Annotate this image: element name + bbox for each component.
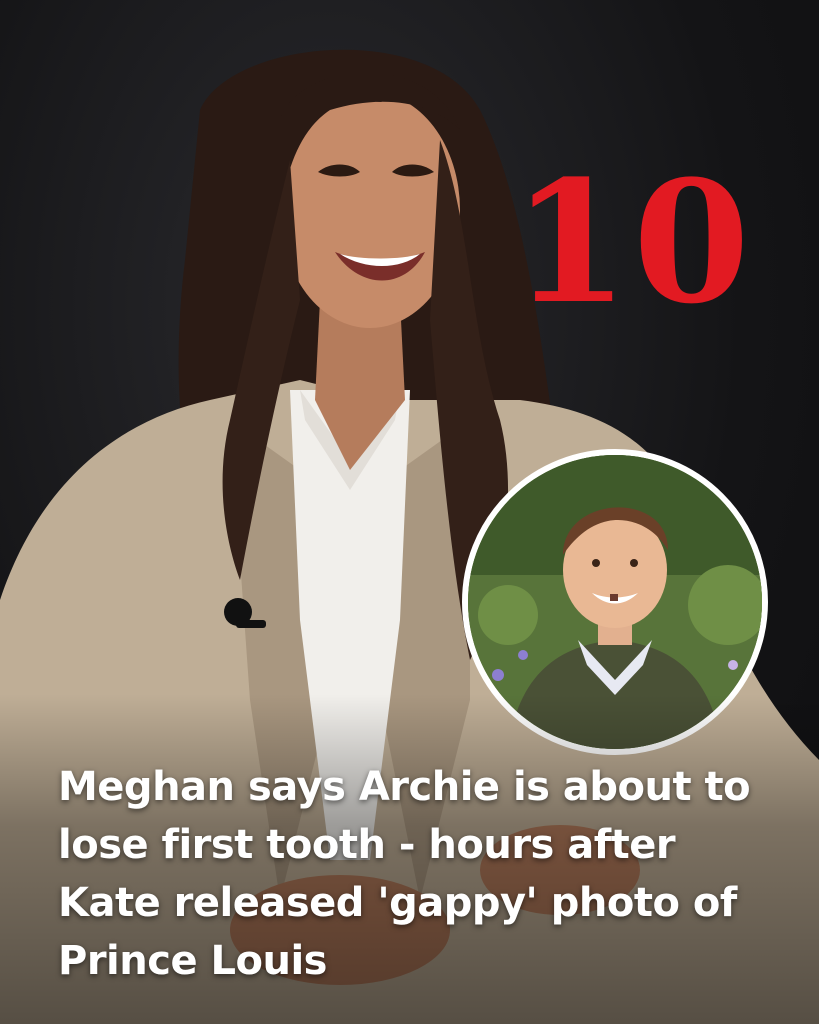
- news-poster: ME10: [0, 0, 819, 1024]
- headline: Meghan says Archie is about to lose firs…: [58, 764, 751, 984]
